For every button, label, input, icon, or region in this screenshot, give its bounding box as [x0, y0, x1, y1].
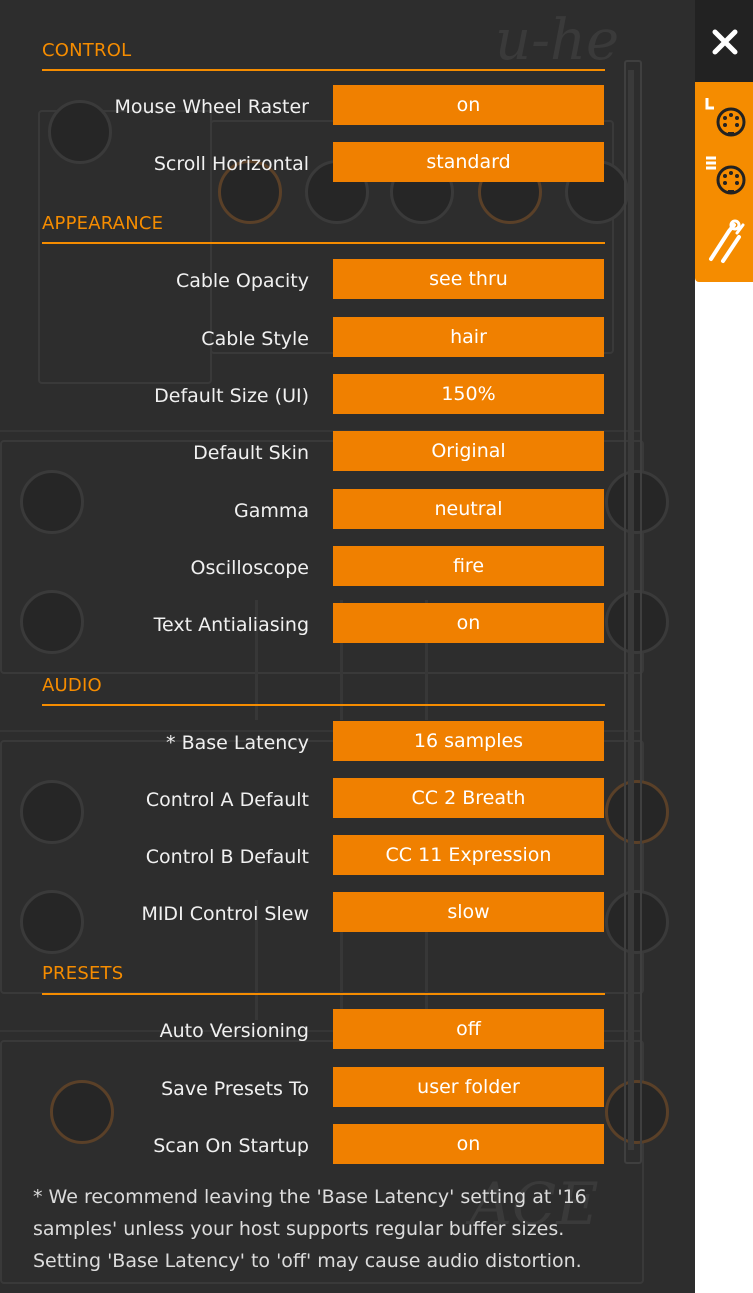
section-title-presets: PRESETS [42, 963, 124, 984]
default-size-button[interactable]: 150% [333, 374, 604, 414]
default-skin-button[interactable]: Original [333, 431, 604, 471]
section-divider [42, 242, 605, 244]
row-label-default-skin: Default Skin [193, 442, 309, 464]
footnote-line: Setting 'Base Latency' to 'off' may caus… [33, 1250, 582, 1272]
gamma-button[interactable]: neutral [333, 489, 604, 529]
row-label-cable-style: Cable Style [201, 328, 309, 350]
row-label-cable-opacity: Cable Opacity [175, 270, 309, 292]
row-label-control-b-default: Control B Default [145, 846, 309, 868]
save-presets-to-button[interactable]: user folder [333, 1067, 604, 1107]
row-label-auto-versioning: Auto Versioning [159, 1020, 309, 1042]
wrench-screwdriver-icon [709, 219, 745, 263]
scan-on-startup-button[interactable]: on [333, 1124, 604, 1164]
section-divider [42, 993, 605, 995]
row-label-oscilloscope: Oscilloscope [190, 557, 309, 579]
section-divider [42, 69, 605, 71]
scroll-horizontal-button[interactable]: standard [333, 142, 604, 182]
footnote-line: samples' unless your host supports regul… [33, 1218, 565, 1240]
close-button[interactable] [706, 20, 744, 64]
row-label-midi-control-slew: MIDI Control Slew [141, 903, 309, 925]
section-title-appearance: APPEARANCE [42, 213, 164, 234]
control-a-default-button[interactable]: CC 2 Breath [333, 778, 604, 818]
text-antialiasing-button[interactable]: on [333, 603, 604, 643]
mouse-wheel-raster-button[interactable]: on [333, 85, 604, 125]
midi-learn-icon [705, 98, 746, 137]
latency-footnote: * We recommend leaving the 'Base Latency… [33, 1181, 673, 1277]
section-title-control: CONTROL [42, 40, 132, 61]
cable-style-button[interactable]: hair [333, 317, 604, 357]
midi-learn-button[interactable] [703, 92, 749, 144]
close-icon [712, 29, 738, 55]
row-label-save-presets-to: Save Presets To [161, 1078, 309, 1100]
footnote-line: * We recommend leaving the 'Base Latency… [33, 1186, 587, 1208]
row-label-text-antialiasing: Text Antialiasing [153, 614, 309, 636]
row-label-scan-on-startup: Scan On Startup [153, 1135, 309, 1157]
control-b-default-button[interactable]: CC 11 Expression [333, 835, 604, 875]
cable-opacity-button[interactable]: see thru [333, 259, 604, 299]
row-label-control-a-default: Control A Default [145, 789, 309, 811]
row-label-gamma: Gamma [233, 500, 309, 522]
auto-versioning-button[interactable]: off [333, 1009, 604, 1049]
section-title-audio: AUDIO [42, 675, 102, 696]
section-divider [42, 704, 605, 706]
preferences-overlay: CONTROL Mouse Wheel Raster on Scroll Hor… [0, 0, 695, 1293]
base-latency-button[interactable]: 16 samples [333, 721, 604, 761]
row-label-base-latency: * Base Latency [166, 732, 309, 754]
row-label-default-size: Default Size (UI) [154, 385, 309, 407]
midi-table-icon [706, 156, 746, 195]
midi-table-button[interactable] [703, 150, 749, 202]
settings-button[interactable] [703, 215, 749, 267]
oscilloscope-button[interactable]: fire [333, 546, 604, 586]
row-label-scroll-horizontal: Scroll Horizontal [153, 153, 309, 175]
row-label-mouse-wheel-raster: Mouse Wheel Raster [114, 96, 310, 118]
midi-control-slew-button[interactable]: slow [333, 892, 604, 932]
